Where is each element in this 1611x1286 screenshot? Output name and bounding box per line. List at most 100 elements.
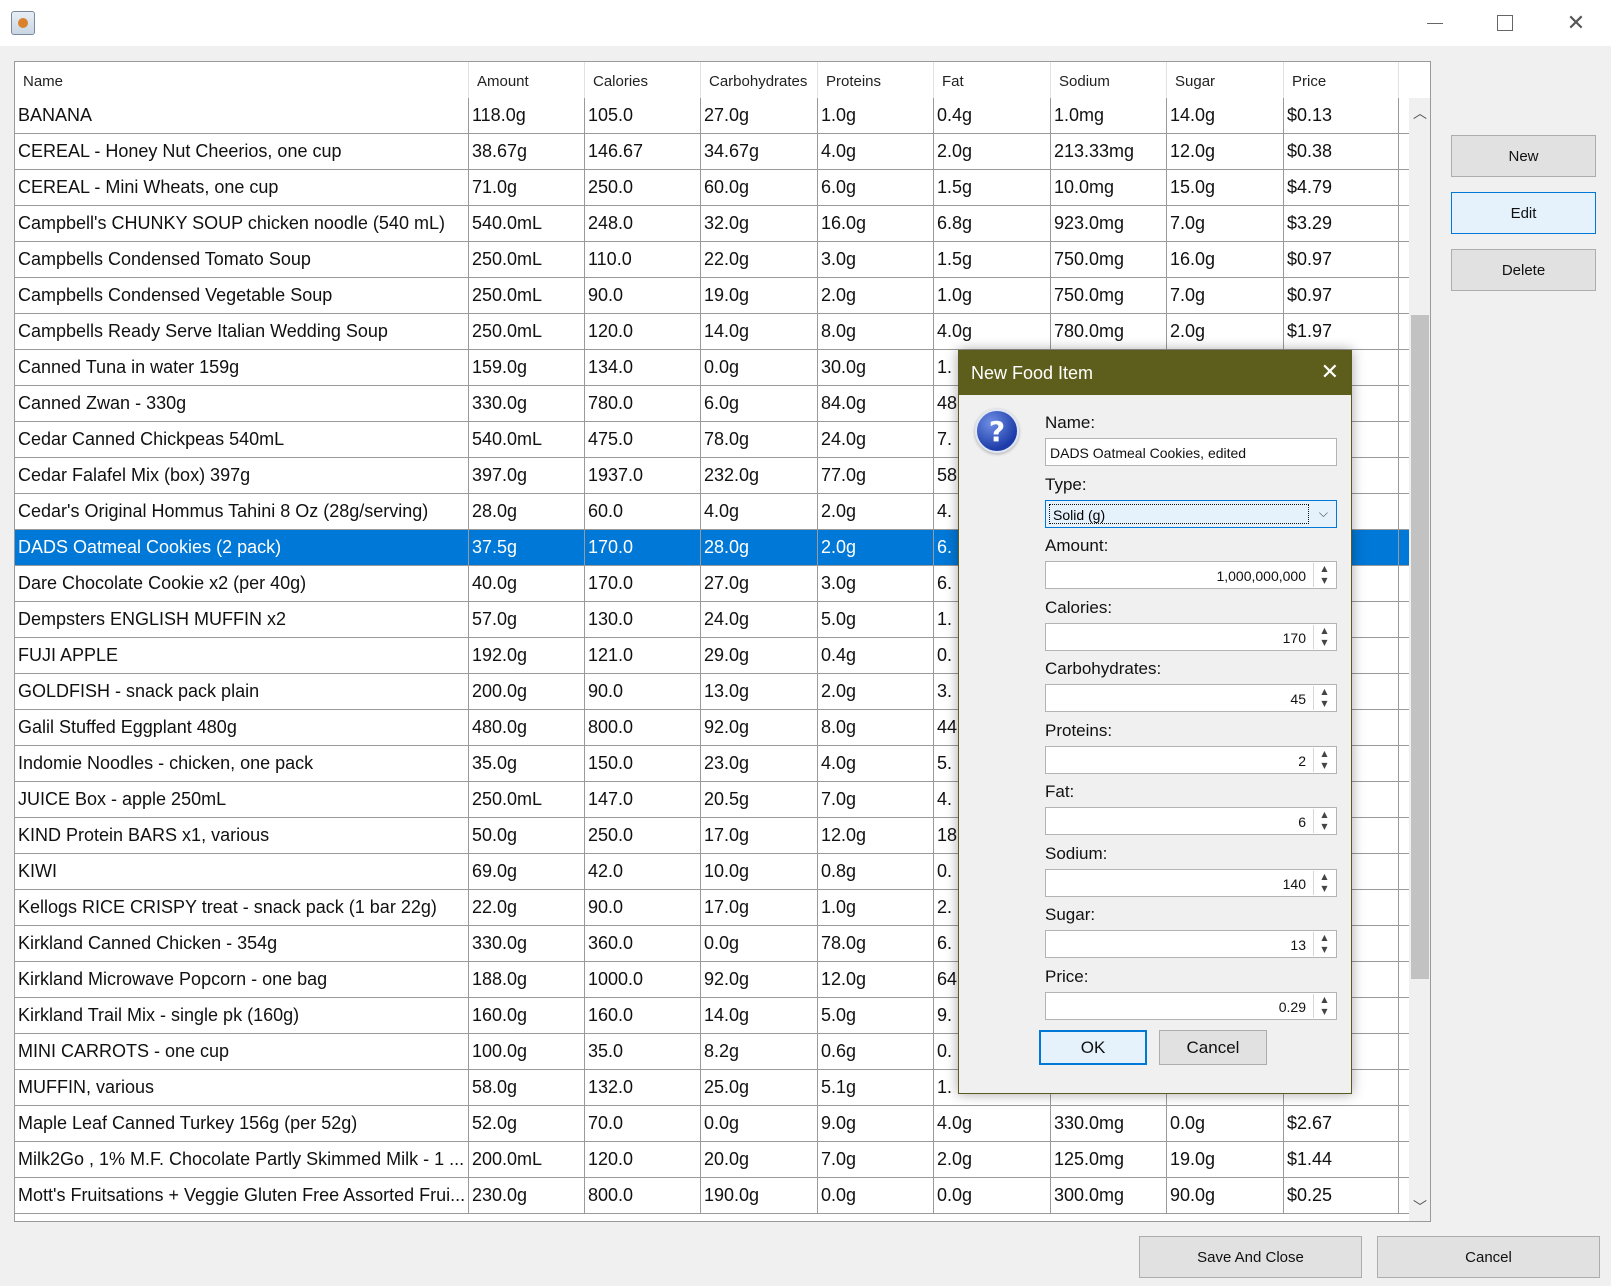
spinner-down-icon[interactable]: ▼ [1314, 637, 1335, 649]
spinner-up-icon[interactable]: ▲ [1314, 563, 1335, 575]
table-row[interactable]: CEREAL - Mini Wheats, one cup 71.0g 250.0 6… [15, 170, 1409, 206]
proteins-spinner[interactable]: 2 ▲ ▼ [1045, 745, 1337, 774]
edit-button[interactable]: Edit [1451, 192, 1596, 234]
table-cell: 150.0 [585, 746, 701, 781]
table-cell: 125.0mg [1051, 1142, 1167, 1177]
table-cell: 19.0g [701, 278, 818, 313]
spinner-up-icon[interactable]: ▲ [1314, 625, 1335, 637]
ok-button[interactable]: OK [1039, 1030, 1147, 1065]
table-cell: $1.97 [1284, 314, 1399, 349]
sodium-spinner[interactable]: 140 ▲ ▼ [1045, 868, 1337, 897]
price-label: Price: [1045, 966, 1089, 986]
table-cell: 0.4g [934, 98, 1051, 133]
table-cell: 42.0 [585, 854, 701, 889]
table-row[interactable]: Campbells Condensed Vegetable Soup 250.0m… [15, 278, 1409, 314]
table-cell: 1937.0 [585, 458, 701, 493]
table-row[interactable]: BANANA 118.0g 105.0 27.0g 1.0g 0.4g 1.0mg 14.0g… [15, 98, 1409, 134]
table-cell: Mott's Fruitsations + Veggie Gluten Free… [15, 1178, 469, 1213]
fat-spinner[interactable]: 6 ▲ ▼ [1045, 807, 1337, 835]
save-and-close-button[interactable]: Save And Close [1139, 1236, 1362, 1278]
delete-button[interactable]: Delete [1451, 249, 1596, 291]
table-row[interactable]: Campbells Ready Serve Italian Wedding So… [15, 314, 1409, 350]
column-header-carbohydrates[interactable]: Carbohydrates [701, 62, 818, 98]
table-cell: 480.0g [469, 710, 585, 745]
table-row[interactable]: Milk2Go , 1% M.F. Chocolate Partly Skimm… [15, 1142, 1409, 1178]
spinner-down-icon[interactable]: ▼ [1314, 944, 1335, 956]
sugar-value: 13 [1290, 937, 1306, 953]
sodium-value: 140 [1282, 875, 1306, 892]
scroll-thumb[interactable] [1411, 315, 1429, 979]
new-button[interactable]: New [1451, 135, 1596, 177]
table-cell: $1.44 [1284, 1142, 1399, 1177]
table-cell: 330.0g [469, 926, 585, 961]
spinner-down-icon[interactable]: ▼ [1314, 575, 1335, 587]
table-cell: Canned Tuna in water 159g [15, 350, 469, 385]
spinner-down-icon[interactable]: ▼ [1314, 698, 1335, 710]
column-header-calories[interactable]: Calories [585, 62, 701, 98]
table-cell: 0.0g [818, 1178, 934, 1213]
table-row[interactable]: Campbells Condensed Tomato Soup 250.0mL 11… [15, 242, 1409, 278]
table-cell: $0.97 [1284, 278, 1399, 313]
table-row[interactable]: Mott's Fruitsations + Veggie Gluten Free… [15, 1178, 1409, 1214]
spinner-buttons: ▲ ▼ [1313, 993, 1335, 1018]
vertical-scrollbar[interactable]: ︿ ﹀ [1409, 98, 1430, 1221]
spinner-down-icon[interactable]: ▼ [1314, 1006, 1335, 1018]
close-window-button[interactable]: ✕ [1541, 0, 1611, 46]
table-cell: Dempsters ENGLISH MUFFIN x2 [15, 602, 469, 637]
table-row[interactable]: CEREAL - Honey Nut Cheerios, one cup 38.6… [15, 134, 1409, 170]
table-cell: $2.67 [1284, 1106, 1399, 1141]
price-spinner[interactable]: 0.29 ▲ ▼ [1045, 991, 1337, 1020]
spinner-up-icon[interactable]: ▲ [1314, 871, 1335, 883]
spinner-up-icon[interactable]: ▲ [1314, 809, 1335, 821]
spinner-buttons: ▲ ▼ [1313, 870, 1335, 895]
table-cell: 120.0 [585, 314, 701, 349]
column-header-sugar[interactable]: Sugar [1167, 62, 1284, 98]
question-icon: ? [975, 409, 1019, 453]
dialog-cancel-button[interactable]: Cancel [1159, 1030, 1267, 1065]
table-cell: 188.0g [469, 962, 585, 997]
amount-spinner[interactable]: 1,000,000,000 ▲ ▼ [1045, 561, 1337, 589]
table-row[interactable]: Maple Leaf Canned Turkey 156g (per 52g) 5… [15, 1106, 1409, 1142]
carbohydrates-spinner[interactable]: 45 ▲ ▼ [1045, 684, 1337, 712]
spinner-up-icon[interactable]: ▲ [1314, 748, 1335, 760]
table-cell: 14.0g [701, 314, 818, 349]
name-field[interactable]: DADS Oatmeal Cookies, edited [1045, 438, 1337, 466]
column-header-price[interactable]: Price [1284, 62, 1399, 98]
column-header-fat[interactable]: Fat [934, 62, 1051, 98]
table-cell: $3.29 [1284, 206, 1399, 241]
column-header-name[interactable]: Name [15, 62, 469, 98]
spinner-down-icon[interactable]: ▼ [1314, 760, 1335, 772]
table-cell: 34.67g [701, 134, 818, 169]
scroll-up-arrow-icon[interactable]: ︿ [1409, 102, 1430, 124]
column-header-sodium[interactable]: Sodium [1051, 62, 1167, 98]
spinner-up-icon[interactable]: ▲ [1314, 994, 1335, 1006]
scroll-down-arrow-icon[interactable]: ﹀ [1409, 1196, 1430, 1218]
spinner-down-icon[interactable]: ▼ [1314, 883, 1335, 895]
table-cell: 32.0g [701, 206, 818, 241]
table-cell: 3.0g [818, 242, 934, 277]
minimize-button[interactable] [1400, 0, 1470, 46]
table-cell: Cedar Falafel Mix (box) 397g [15, 458, 469, 493]
spinner-up-icon[interactable]: ▲ [1314, 686, 1335, 698]
dialog-close-icon[interactable]: ✕ [1321, 360, 1339, 385]
table-cell: Campbells Condensed Vegetable Soup [15, 278, 469, 313]
table-cell: 923.0mg [1051, 206, 1167, 241]
type-select[interactable]: Solid (g) ⌵ [1045, 500, 1337, 528]
table-cell: CEREAL - Mini Wheats, one cup [15, 170, 469, 205]
maximize-button[interactable] [1470, 0, 1540, 46]
spinner-down-icon[interactable]: ▼ [1314, 821, 1335, 833]
column-header-proteins[interactable]: Proteins [818, 62, 934, 98]
table-cell: 0.8g [818, 854, 934, 889]
spinner-up-icon[interactable]: ▲ [1314, 932, 1335, 944]
column-header-amount[interactable]: Amount [469, 62, 585, 98]
table-cell: 1.0g [934, 278, 1051, 313]
calories-spinner[interactable]: 170 ▲ ▼ [1045, 622, 1337, 651]
table-cell: 38.67g [469, 134, 585, 169]
cancel-button[interactable]: Cancel [1377, 1236, 1600, 1278]
spinner-buttons: ▲ ▼ [1313, 809, 1335, 833]
table-cell: $0.13 [1284, 98, 1399, 133]
spinner-buttons: ▲ ▼ [1313, 563, 1335, 587]
table-cell: 121.0 [585, 638, 701, 673]
sugar-spinner[interactable]: 13 ▲ ▼ [1045, 930, 1337, 958]
table-row[interactable]: Campbell's CHUNKY SOUP chicken noodle (5… [15, 206, 1409, 242]
